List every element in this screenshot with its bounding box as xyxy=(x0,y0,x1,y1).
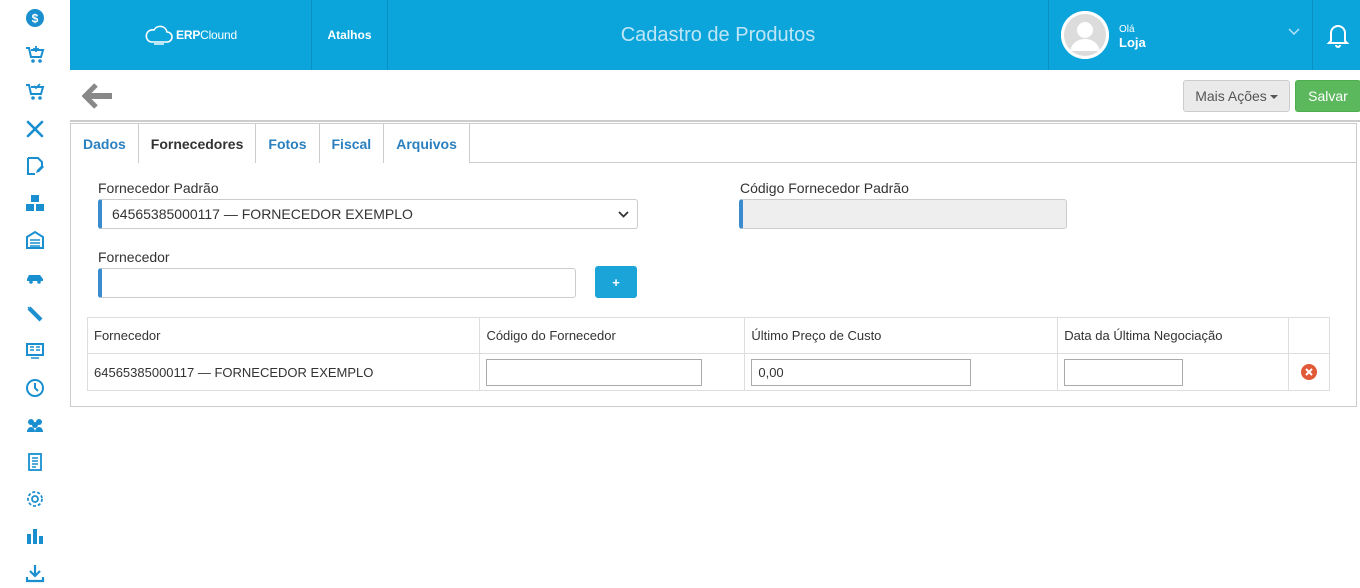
gear-icon[interactable] xyxy=(23,487,47,511)
boxes-icon[interactable] xyxy=(23,191,47,215)
col-supplier: Fornecedor xyxy=(86,317,481,354)
cell-code xyxy=(479,353,746,391)
pencil-icon[interactable] xyxy=(23,302,47,326)
edit-note-icon[interactable] xyxy=(23,154,47,178)
users-icon[interactable] xyxy=(23,413,47,437)
table-header-row: Fornecedor Código do Fornecedor Último P… xyxy=(86,317,1331,354)
caret-down-icon xyxy=(1269,95,1278,99)
supplier-table: Fornecedor Código do Fornecedor Último P… xyxy=(86,317,1331,391)
cell-date xyxy=(1057,353,1289,391)
cart-add-icon[interactable] xyxy=(23,43,47,67)
supplier-code-input[interactable] xyxy=(486,358,703,386)
remove-row-icon[interactable] xyxy=(1300,364,1317,380)
add-supplier-button[interactable]: + xyxy=(595,266,637,298)
cell-delete xyxy=(1287,353,1331,391)
svg-text:$: $ xyxy=(32,12,39,26)
cell-cost: 0,00 xyxy=(744,353,1059,391)
cloud-icon xyxy=(145,25,173,45)
default-supplier-label: Fornecedor Padrão xyxy=(98,180,219,196)
col-last-date: Data da Última Negociação xyxy=(1057,317,1289,354)
chevron-down-icon xyxy=(618,210,629,218)
tab-dados[interactable]: Dados xyxy=(71,124,139,163)
default-supplier-code-field xyxy=(739,199,1067,229)
avatar xyxy=(1061,11,1109,59)
left-sidebar: $ xyxy=(0,0,70,588)
user-menu[interactable]: Olá Loja xyxy=(1048,0,1313,70)
default-supplier-code-label: Código Fornecedor Padrão xyxy=(740,180,909,196)
cell-supplier: 64565385000117 — FORNECEDOR EXEMPLO xyxy=(86,353,481,391)
table-row: 64565385000117 — FORNECEDOR EXEMPLO 0,00 xyxy=(86,353,1331,391)
save-button[interactable]: Salvar xyxy=(1295,80,1360,112)
last-cost-input[interactable]: 0,00 xyxy=(751,358,972,386)
tab-arquivos[interactable]: Arquivos xyxy=(384,124,470,163)
clock-icon[interactable] xyxy=(23,376,47,400)
bell-icon[interactable] xyxy=(1326,22,1350,48)
bar-chart-icon[interactable] xyxy=(23,524,47,548)
chevron-down-icon xyxy=(1288,28,1300,35)
cart-check-icon[interactable] xyxy=(23,80,47,104)
toolbar: Mais Ações Salvar xyxy=(70,70,1360,122)
monitor-icon[interactable] xyxy=(23,339,47,363)
col-actions xyxy=(1287,317,1331,354)
default-supplier-value: 64565385000117 — FORNECEDOR EXEMPLO xyxy=(112,206,413,222)
product-panel: Dados Fornecedores Fotos Fiscal Arquivos… xyxy=(70,123,1357,407)
supplier-label: Fornecedor xyxy=(98,249,170,265)
col-supplier-code: Código do Fornecedor xyxy=(479,317,746,354)
more-actions-button[interactable]: Mais Ações xyxy=(1183,80,1290,112)
top-header: ERPClound Atalhos Cadastro de Produtos O… xyxy=(70,0,1360,70)
report-icon[interactable] xyxy=(23,450,47,474)
tab-fornecedores[interactable]: Fornecedores xyxy=(138,124,257,163)
tools-icon[interactable] xyxy=(23,117,47,141)
default-supplier-select[interactable]: 64565385000117 — FORNECEDOR EXEMPLO xyxy=(98,199,638,229)
supplier-input[interactable] xyxy=(98,268,576,298)
greeting-text: Olá xyxy=(1119,24,1135,35)
warehouse-icon[interactable] xyxy=(23,228,47,252)
tab-bar: Dados Fornecedores Fotos Fiscal Arquivos xyxy=(71,124,1356,163)
logo[interactable]: ERPClound xyxy=(70,0,312,70)
back-arrow-icon[interactable] xyxy=(82,82,114,110)
user-name: Loja xyxy=(1119,35,1146,50)
tab-fiscal[interactable]: Fiscal xyxy=(319,124,385,163)
logo-text: ERPClound xyxy=(176,28,237,42)
page-title: Cadastro de Produtos xyxy=(620,23,816,46)
shortcuts-menu[interactable]: Atalhos xyxy=(312,0,388,70)
last-date-input[interactable] xyxy=(1064,358,1184,386)
col-last-cost: Último Preço de Custo xyxy=(744,317,1059,354)
more-actions-label: Mais Ações xyxy=(1195,88,1267,104)
tab-fotos[interactable]: Fotos xyxy=(256,124,320,163)
dollar-icon[interactable]: $ xyxy=(23,6,47,30)
car-icon[interactable] xyxy=(23,265,47,289)
download-icon[interactable] xyxy=(23,561,47,585)
